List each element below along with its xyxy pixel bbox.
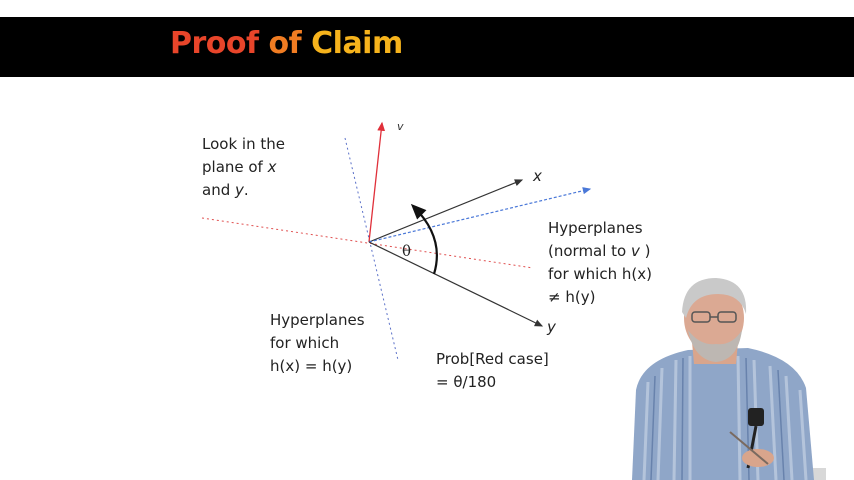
x-vector xyxy=(368,179,524,243)
x-label: x xyxy=(532,167,542,185)
prob-line-2: = θ/180 xyxy=(436,373,497,391)
hyp-right-line-2: (normal to v ) xyxy=(548,242,651,260)
hyp-left-line-1: Hyperplanes xyxy=(270,311,365,329)
prob-line-1: Prob[Red case] xyxy=(436,350,549,368)
theta-arc xyxy=(410,203,438,275)
look-in-plane-text: Look in the plane of x and y. xyxy=(202,133,285,202)
hyperplanes-same-text: Hyperplanes for which h(x) = h(y) xyxy=(270,309,365,378)
look-line-3: and y. xyxy=(202,181,249,199)
presenter-video xyxy=(632,278,826,480)
look-line-2: plane of x xyxy=(202,158,277,176)
v-label: v xyxy=(397,120,404,133)
microphone xyxy=(748,408,764,426)
y-label: y xyxy=(546,318,557,336)
hyp-left-line-3: h(x) = h(y) xyxy=(270,357,353,375)
y-vector xyxy=(368,241,544,327)
theta-label: θ xyxy=(402,242,411,260)
hyp-right-line-1: Hyperplanes xyxy=(548,219,643,237)
v-vector xyxy=(368,121,386,243)
probability-text: Prob[Red case] = θ/180 xyxy=(436,348,549,394)
look-line-1: Look in the xyxy=(202,135,285,153)
hyperplane-diff-line xyxy=(201,217,534,269)
hyp-left-line-2: for which xyxy=(270,334,340,352)
